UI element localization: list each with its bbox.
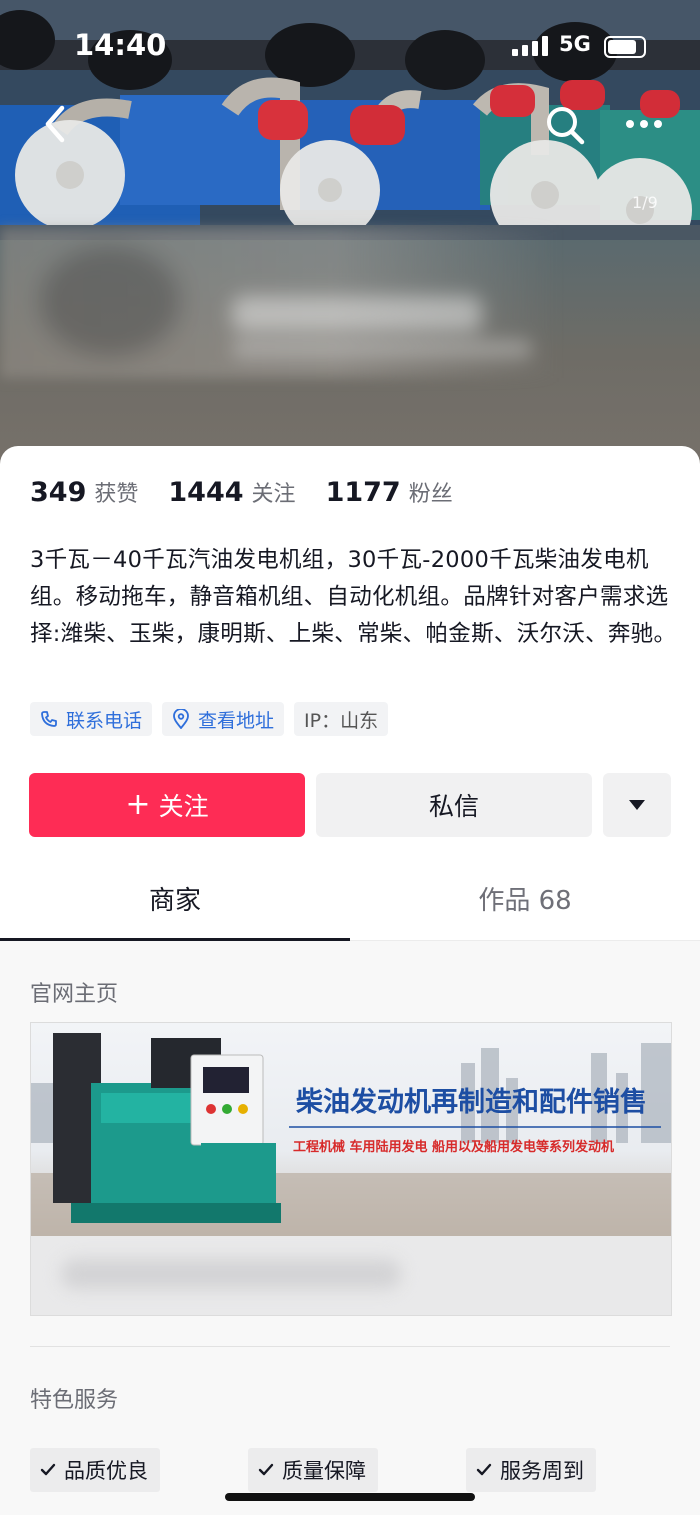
official-site-title: 官网主页	[30, 982, 119, 1007]
ip-location-tag: IP：山东	[294, 702, 389, 736]
service-badge: 品质优良	[30, 1448, 160, 1492]
banner-subline: 工程机械 车用陆用发电 船用以及船用发电等系列发动机	[293, 1139, 614, 1155]
service-label: 质量保障	[282, 1459, 366, 1483]
search-icon[interactable]	[542, 102, 588, 148]
back-arrow-icon[interactable]	[36, 100, 76, 148]
contact-phone-label: 联系电话	[66, 709, 143, 732]
blurred-site-name	[61, 1259, 401, 1289]
stat-value: 1177	[325, 477, 401, 508]
service-badge: 服务周到	[466, 1448, 596, 1492]
profile-bio: 3千瓦－40千瓦汽油发电机组，30千瓦-2000千瓦柴油发电机组。移动拖车，静音…	[30, 547, 677, 647]
banner-headline: 柴油发动机再制造和配件销售	[296, 1086, 647, 1118]
more-options-icon[interactable]	[622, 104, 666, 144]
profile-tags: 联系电话 查看地址 IP：山东	[30, 702, 398, 736]
tab-merchant[interactable]: 商家	[0, 856, 350, 941]
battery-icon	[604, 36, 646, 58]
stat-likes[interactable]: 349 获赞	[30, 476, 138, 508]
official-site-banner[interactable]: 柴油发动机再制造和配件销售 工程机械 车用陆用发电 船用以及船用发电等系列发动机	[30, 1022, 672, 1316]
profile-stats: 349 获赞 1444 关注 1177 粉丝	[30, 476, 483, 516]
contact-phone-tag[interactable]: 联系电话	[30, 702, 153, 736]
blurred-username	[232, 296, 482, 332]
status-bar: 14:40 5G	[0, 0, 700, 90]
check-icon	[476, 1463, 492, 1476]
stat-followers[interactable]: 1177 粉丝	[326, 476, 453, 508]
banner-image: 柴油发动机再制造和配件销售 工程机械 车用陆用发电 船用以及船用发电等系列发动机	[31, 1023, 671, 1236]
stat-value: 349	[30, 477, 87, 508]
message-label: 私信	[428, 792, 479, 821]
action-buttons: + 关注 私信	[29, 773, 671, 837]
network-type: 5G	[559, 32, 591, 56]
check-icon	[40, 1463, 56, 1476]
location-pin-icon	[173, 709, 189, 729]
profile-card: 349 获赞 1444 关注 1177 粉丝 3千瓦－40千瓦汽油发电机组，30…	[0, 446, 700, 1515]
blurred-profile-info	[0, 228, 560, 378]
view-address-label: 查看地址	[198, 709, 275, 732]
stat-label: 获赞	[94, 482, 139, 507]
services-title: 特色服务	[30, 1388, 119, 1413]
follow-button[interactable]: + 关注	[29, 773, 305, 837]
stat-following[interactable]: 1444 关注	[168, 476, 295, 508]
plus-icon: +	[125, 787, 151, 822]
more-actions-button[interactable]	[603, 773, 671, 837]
phone-icon	[41, 711, 57, 727]
service-label: 服务周到	[500, 1459, 584, 1483]
section-divider	[30, 1346, 670, 1347]
follow-label: 关注	[158, 792, 209, 821]
stat-label: 关注	[251, 482, 296, 507]
avatar[interactable]	[40, 246, 180, 356]
blurred-account-id	[232, 340, 532, 358]
tab-works[interactable]: 作品 68	[350, 856, 700, 940]
service-label: 品质优良	[64, 1459, 148, 1483]
profile-tabs: 商家 作品 68	[0, 856, 700, 941]
status-time: 14:40	[74, 28, 167, 62]
services-list: 品质优良 质量保障 服务周到	[30, 1448, 690, 1494]
home-indicator[interactable]	[225, 1493, 475, 1501]
service-badge: 质量保障	[248, 1448, 378, 1492]
ip-location-label: IP：山东	[304, 709, 379, 732]
stat-value: 1444	[168, 477, 244, 508]
check-icon	[258, 1463, 274, 1476]
message-button[interactable]: 私信	[316, 773, 592, 837]
photo-counter: 1/9	[632, 193, 658, 212]
dropdown-triangle-icon	[629, 800, 645, 810]
profile-header-background: 14:40 5G 1/9	[0, 0, 700, 470]
stat-label: 粉丝	[408, 482, 453, 507]
view-address-tag[interactable]: 查看地址	[162, 702, 285, 736]
signal-icon	[512, 36, 548, 56]
